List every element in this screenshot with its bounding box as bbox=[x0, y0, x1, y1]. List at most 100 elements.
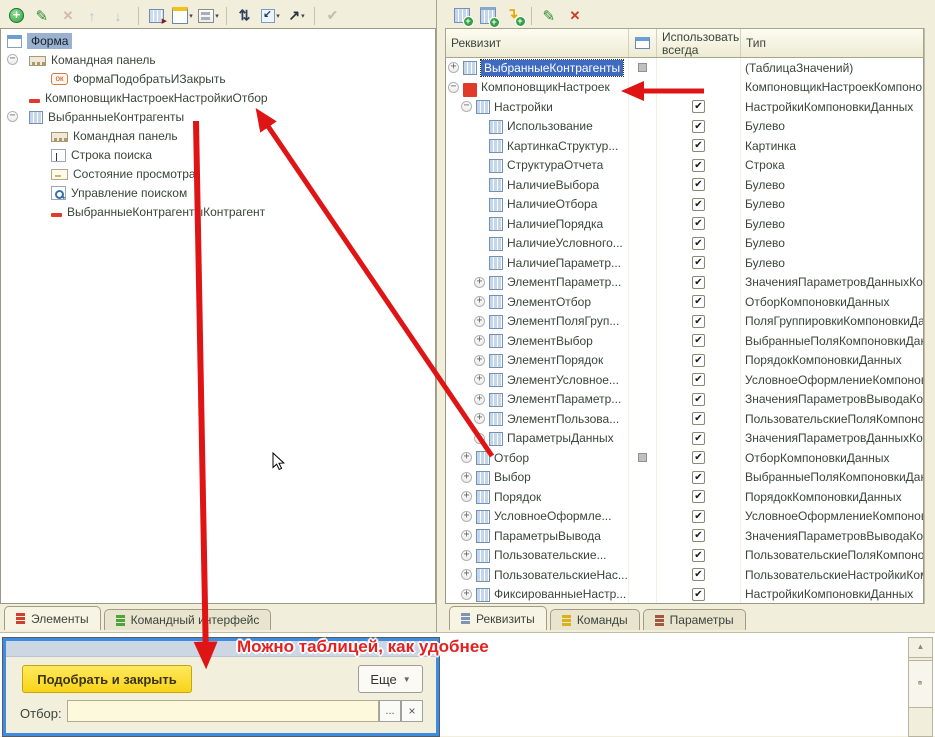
check-form-button[interactable] bbox=[144, 5, 169, 27]
expander-plus-icon[interactable]: + bbox=[474, 296, 485, 307]
table-row[interactable]: КартинкаСтруктур...✔Картинка bbox=[446, 136, 923, 156]
use-always-checkbox[interactable]: ✔ bbox=[692, 549, 705, 562]
table-row[interactable]: +ЭлементВыбор✔ВыбранныеПоляКомпоновкиДан… bbox=[446, 331, 923, 351]
filter-clear-button[interactable]: × bbox=[401, 700, 423, 722]
table-row[interactable]: +ПараметрыДанных✔ЗначенияПараметровДанны… bbox=[446, 429, 923, 449]
table-row[interactable]: −КомпоновщикНастроекКомпоновщикНастроекК… bbox=[446, 78, 923, 98]
tab-parameters[interactable]: Параметры bbox=[643, 609, 746, 630]
table-row[interactable]: СтруктураОтчета✔Строка bbox=[446, 156, 923, 176]
use-always-checkbox[interactable]: ✔ bbox=[692, 178, 705, 191]
expander-plus-icon[interactable]: + bbox=[461, 569, 472, 580]
column-header-attribute[interactable]: Реквизит bbox=[446, 29, 628, 57]
expander-plus-icon[interactable]: + bbox=[474, 374, 485, 385]
dropdown-caret-icon[interactable]: ▾ bbox=[276, 12, 280, 20]
tree-item[interactable]: Строка поиска bbox=[1, 145, 435, 164]
table-row[interactable]: Использование✔Булево bbox=[446, 117, 923, 137]
use-always-checkbox[interactable]: ✔ bbox=[692, 373, 705, 386]
tree-item[interactable]: −Командная панель bbox=[1, 50, 435, 69]
column-header-icon[interactable] bbox=[628, 29, 656, 57]
expander-plus-icon[interactable]: + bbox=[474, 413, 485, 424]
scrollbar-thumb[interactable] bbox=[909, 660, 932, 708]
filter-choose-button[interactable]: ... bbox=[379, 700, 401, 722]
use-always-checkbox[interactable]: ✔ bbox=[692, 198, 705, 211]
use-always-checkbox[interactable]: ✔ bbox=[692, 432, 705, 445]
use-always-checkbox[interactable]: ✔ bbox=[692, 393, 705, 406]
dropdown-caret-icon[interactable]: ▾ bbox=[189, 12, 193, 20]
table-row[interactable]: НаличиеОтбора✔Булево bbox=[446, 195, 923, 215]
table-row[interactable]: +Порядок✔ПорядокКомпоновкиДанных bbox=[446, 487, 923, 507]
column-header-type[interactable]: Тип bbox=[740, 29, 923, 57]
tree-item[interactable]: −ВыбранныеКонтрагенты bbox=[1, 107, 435, 126]
table-row[interactable]: НаличиеПараметр...✔Булево bbox=[446, 253, 923, 273]
add-from-button[interactable] bbox=[501, 5, 526, 27]
vertical-scrollbar[interactable]: ▲ bbox=[908, 637, 933, 737]
table-row[interactable]: +ЭлементУсловное...✔УсловноеОформлениеКо… bbox=[446, 370, 923, 390]
expander-minus-icon[interactable]: − bbox=[461, 101, 472, 112]
panel-settings-button[interactable]: ▾ bbox=[196, 5, 221, 27]
use-always-checkbox[interactable]: ✔ bbox=[692, 276, 705, 289]
expander-minus-icon[interactable]: − bbox=[7, 54, 18, 65]
use-always-checkbox[interactable]: ✔ bbox=[692, 334, 705, 347]
expander-plus-icon[interactable]: + bbox=[461, 491, 472, 502]
table-row[interactable]: +ЭлементПараметр...✔ЗначенияПараметровДа… bbox=[446, 273, 923, 293]
pane-splitter[interactable] bbox=[437, 0, 445, 632]
expander-plus-icon[interactable]: + bbox=[474, 335, 485, 346]
use-always-checkbox[interactable]: ✔ bbox=[692, 354, 705, 367]
use-always-checkbox[interactable]: ✔ bbox=[692, 315, 705, 328]
expander-plus-icon[interactable]: + bbox=[474, 316, 485, 327]
dropdown-caret-icon[interactable]: ▾ bbox=[301, 12, 305, 20]
expander-plus-icon[interactable]: + bbox=[461, 589, 472, 600]
expander-plus-icon[interactable]: + bbox=[474, 355, 485, 366]
table-row[interactable]: +Отбор✔ОтборКомпоновкиДанных bbox=[446, 448, 923, 468]
use-always-checkbox[interactable]: ✔ bbox=[692, 159, 705, 172]
form-settings-button[interactable]: ▾ bbox=[170, 5, 195, 27]
tree-item[interactable]: Управление поиском bbox=[1, 183, 435, 202]
tab-attributes[interactable]: Реквизиты bbox=[449, 606, 547, 630]
table-row[interactable]: +ЭлементПараметр...✔ЗначенияПараметровВы… bbox=[446, 390, 923, 410]
table-row[interactable]: +ПользовательскиеНас...✔Пользовательские… bbox=[446, 565, 923, 585]
use-always-checkbox[interactable]: ✔ bbox=[692, 217, 705, 230]
use-always-checkbox[interactable]: ✔ bbox=[692, 490, 705, 503]
placement-button[interactable]: ▾ bbox=[258, 5, 283, 27]
use-always-checkbox[interactable]: ✔ bbox=[692, 100, 705, 113]
tree-item[interactable]: Командная панель bbox=[1, 126, 435, 145]
table-row[interactable]: НаличиеПорядка✔Булево bbox=[446, 214, 923, 234]
tab-commands[interactable]: Команды bbox=[550, 609, 640, 630]
expander-plus-icon[interactable]: + bbox=[448, 62, 459, 73]
edit-button[interactable] bbox=[537, 5, 562, 27]
table-row[interactable]: НаличиеУсловного...✔Булево bbox=[446, 234, 923, 254]
expander-plus-icon[interactable]: + bbox=[474, 394, 485, 405]
use-always-checkbox[interactable]: ✔ bbox=[692, 529, 705, 542]
expander-minus-icon[interactable]: − bbox=[448, 82, 459, 93]
use-always-checkbox[interactable]: ✔ bbox=[692, 412, 705, 425]
more-button[interactable]: Еще ▼ bbox=[358, 665, 423, 693]
use-always-checkbox[interactable]: ✔ bbox=[692, 510, 705, 523]
add-table-attribute-button[interactable] bbox=[475, 5, 500, 27]
tree-item[interactable]: Состояние просмотра bbox=[1, 164, 435, 183]
tree-item[interactable]: Форма bbox=[1, 31, 435, 50]
scroll-up-icon[interactable]: ▲ bbox=[909, 638, 932, 658]
tree-item[interactable]: ВыбранныеКонтрагентыКонтрагент bbox=[1, 202, 435, 221]
expander-minus-icon[interactable]: − bbox=[7, 111, 18, 122]
tree-item[interactable]: окФормаПодобратьИЗакрыть bbox=[1, 69, 435, 88]
use-always-checkbox[interactable]: ✔ bbox=[692, 139, 705, 152]
expander-plus-icon[interactable]: + bbox=[461, 472, 472, 483]
tree-item[interactable]: КомпоновщикНастроекНастройкиОтбор bbox=[1, 88, 435, 107]
table-row[interactable]: +Выбор✔ВыбранныеПоляКомпоновкиДанн... bbox=[446, 468, 923, 488]
delete-button[interactable] bbox=[563, 5, 588, 27]
add-button[interactable] bbox=[4, 5, 29, 27]
edit-button[interactable] bbox=[30, 5, 55, 27]
expander-plus-icon[interactable]: + bbox=[461, 452, 472, 463]
table-row[interactable]: НаличиеВыбора✔Булево bbox=[446, 175, 923, 195]
use-always-checkbox[interactable]: ✔ bbox=[692, 237, 705, 250]
expander-plus-icon[interactable]: + bbox=[474, 433, 485, 444]
use-always-checkbox[interactable]: ✔ bbox=[692, 568, 705, 581]
use-always-checkbox[interactable]: ✔ bbox=[692, 451, 705, 464]
pick-and-close-button[interactable]: Подобрать и закрыть bbox=[22, 665, 192, 693]
table-row[interactable]: +ВыбранныеКонтрагенты(ТаблицаЗначений) bbox=[446, 58, 923, 78]
use-always-checkbox[interactable]: ✔ bbox=[692, 588, 705, 601]
use-always-checkbox[interactable]: ✔ bbox=[692, 471, 705, 484]
table-row[interactable]: +ЭлементПорядок✔ПорядокКомпоновкиДанных bbox=[446, 351, 923, 371]
expander-plus-icon[interactable]: + bbox=[461, 511, 472, 522]
use-always-checkbox[interactable]: ✔ bbox=[692, 295, 705, 308]
